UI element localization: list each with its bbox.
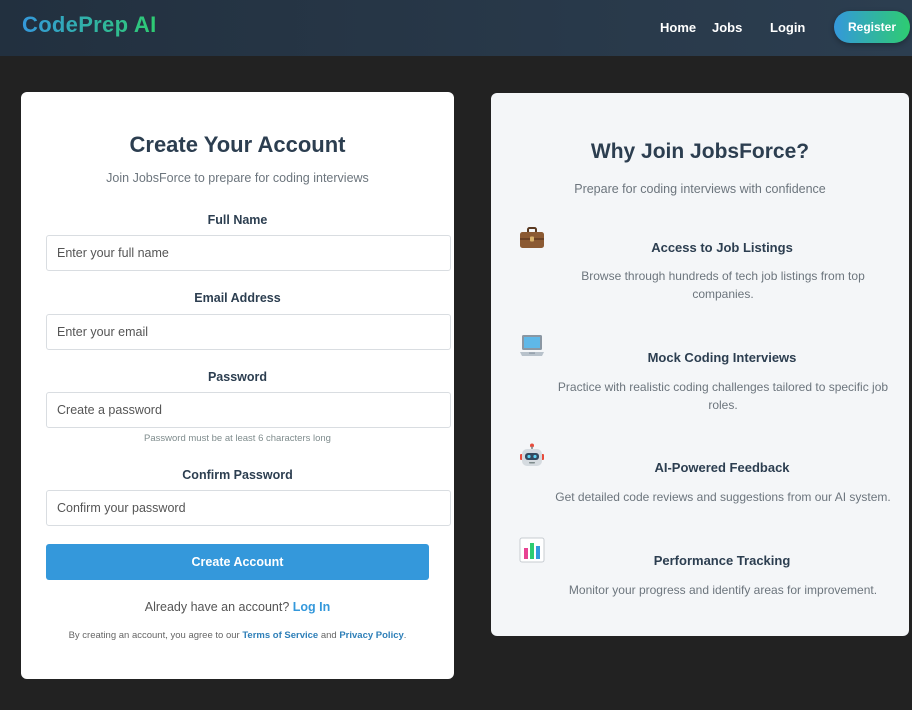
robot-icon — [520, 443, 544, 466]
confirm-password-input[interactable] — [46, 490, 451, 526]
password-label: Password — [207, 370, 268, 384]
laptop-icon — [520, 335, 544, 356]
feature-title: Access to Job Listings — [651, 240, 793, 255]
feature-title: AI-Powered Feedback — [654, 460, 790, 475]
full-name-label: Full Name — [207, 213, 268, 227]
signup-subtitle: Join JobsForce to prepare for coding int… — [106, 171, 369, 185]
bar-chart-icon — [519, 537, 545, 563]
email-label: Email Address — [194, 291, 281, 305]
login-prompt-text: Already have an account? — [144, 600, 290, 614]
terms-of-service-link[interactable]: Terms of Service — [242, 630, 318, 641]
terms-and-text: and — [320, 630, 337, 641]
privacy-policy-link[interactable]: Privacy Policy — [339, 630, 403, 641]
confirm-password-label: Confirm Password — [182, 468, 293, 482]
terms-suffix-text: . — [403, 630, 407, 641]
feature-description: Practice with realistic coding challenge… — [557, 380, 889, 412]
terms-notice: By creating an account, you agree to our… — [21, 630, 454, 641]
signup-card: Create Your Account Join JobsForce to pr… — [21, 92, 454, 679]
why-join-subtitle: Prepare for coding interviews with confi… — [574, 182, 826, 196]
feature-title: Performance Tracking — [653, 553, 791, 568]
why-join-title: Why Join JobsForce? — [590, 140, 810, 163]
navbar: CodePrep AI Home Jobs Login Register — [0, 0, 912, 56]
nav-link-login[interactable]: Login — [770, 20, 805, 35]
login-link[interactable]: Log In — [293, 600, 331, 614]
full-name-input[interactable] — [46, 235, 451, 271]
terms-prefix-text: By creating an account, you agree to our — [68, 630, 240, 641]
signup-title: Create Your Account — [129, 132, 346, 157]
password-hint: Password must be at least 6 characters l… — [144, 433, 331, 444]
feature-description: Monitor your progress and identify areas… — [568, 583, 878, 597]
login-prompt: Already have an account? Log In — [21, 600, 454, 614]
register-button[interactable]: Register — [834, 11, 910, 43]
feature-description: Browse through hundreds of tech job list… — [581, 269, 865, 301]
email-input[interactable] — [46, 314, 451, 350]
feature-title: Mock Coding Interviews — [647, 350, 797, 365]
briefcase-icon — [520, 227, 544, 248]
create-account-button[interactable]: Create Account — [46, 544, 429, 580]
nav-link-home[interactable]: Home — [660, 20, 696, 35]
why-join-card: Why Join JobsForce? Prepare for coding i… — [491, 93, 909, 636]
password-input[interactable] — [46, 392, 451, 428]
brand-logo[interactable]: CodePrep AI — [22, 12, 157, 38]
nav-link-jobs[interactable]: Jobs — [712, 20, 742, 35]
feature-description: Get detailed code reviews and suggestion… — [555, 490, 891, 504]
